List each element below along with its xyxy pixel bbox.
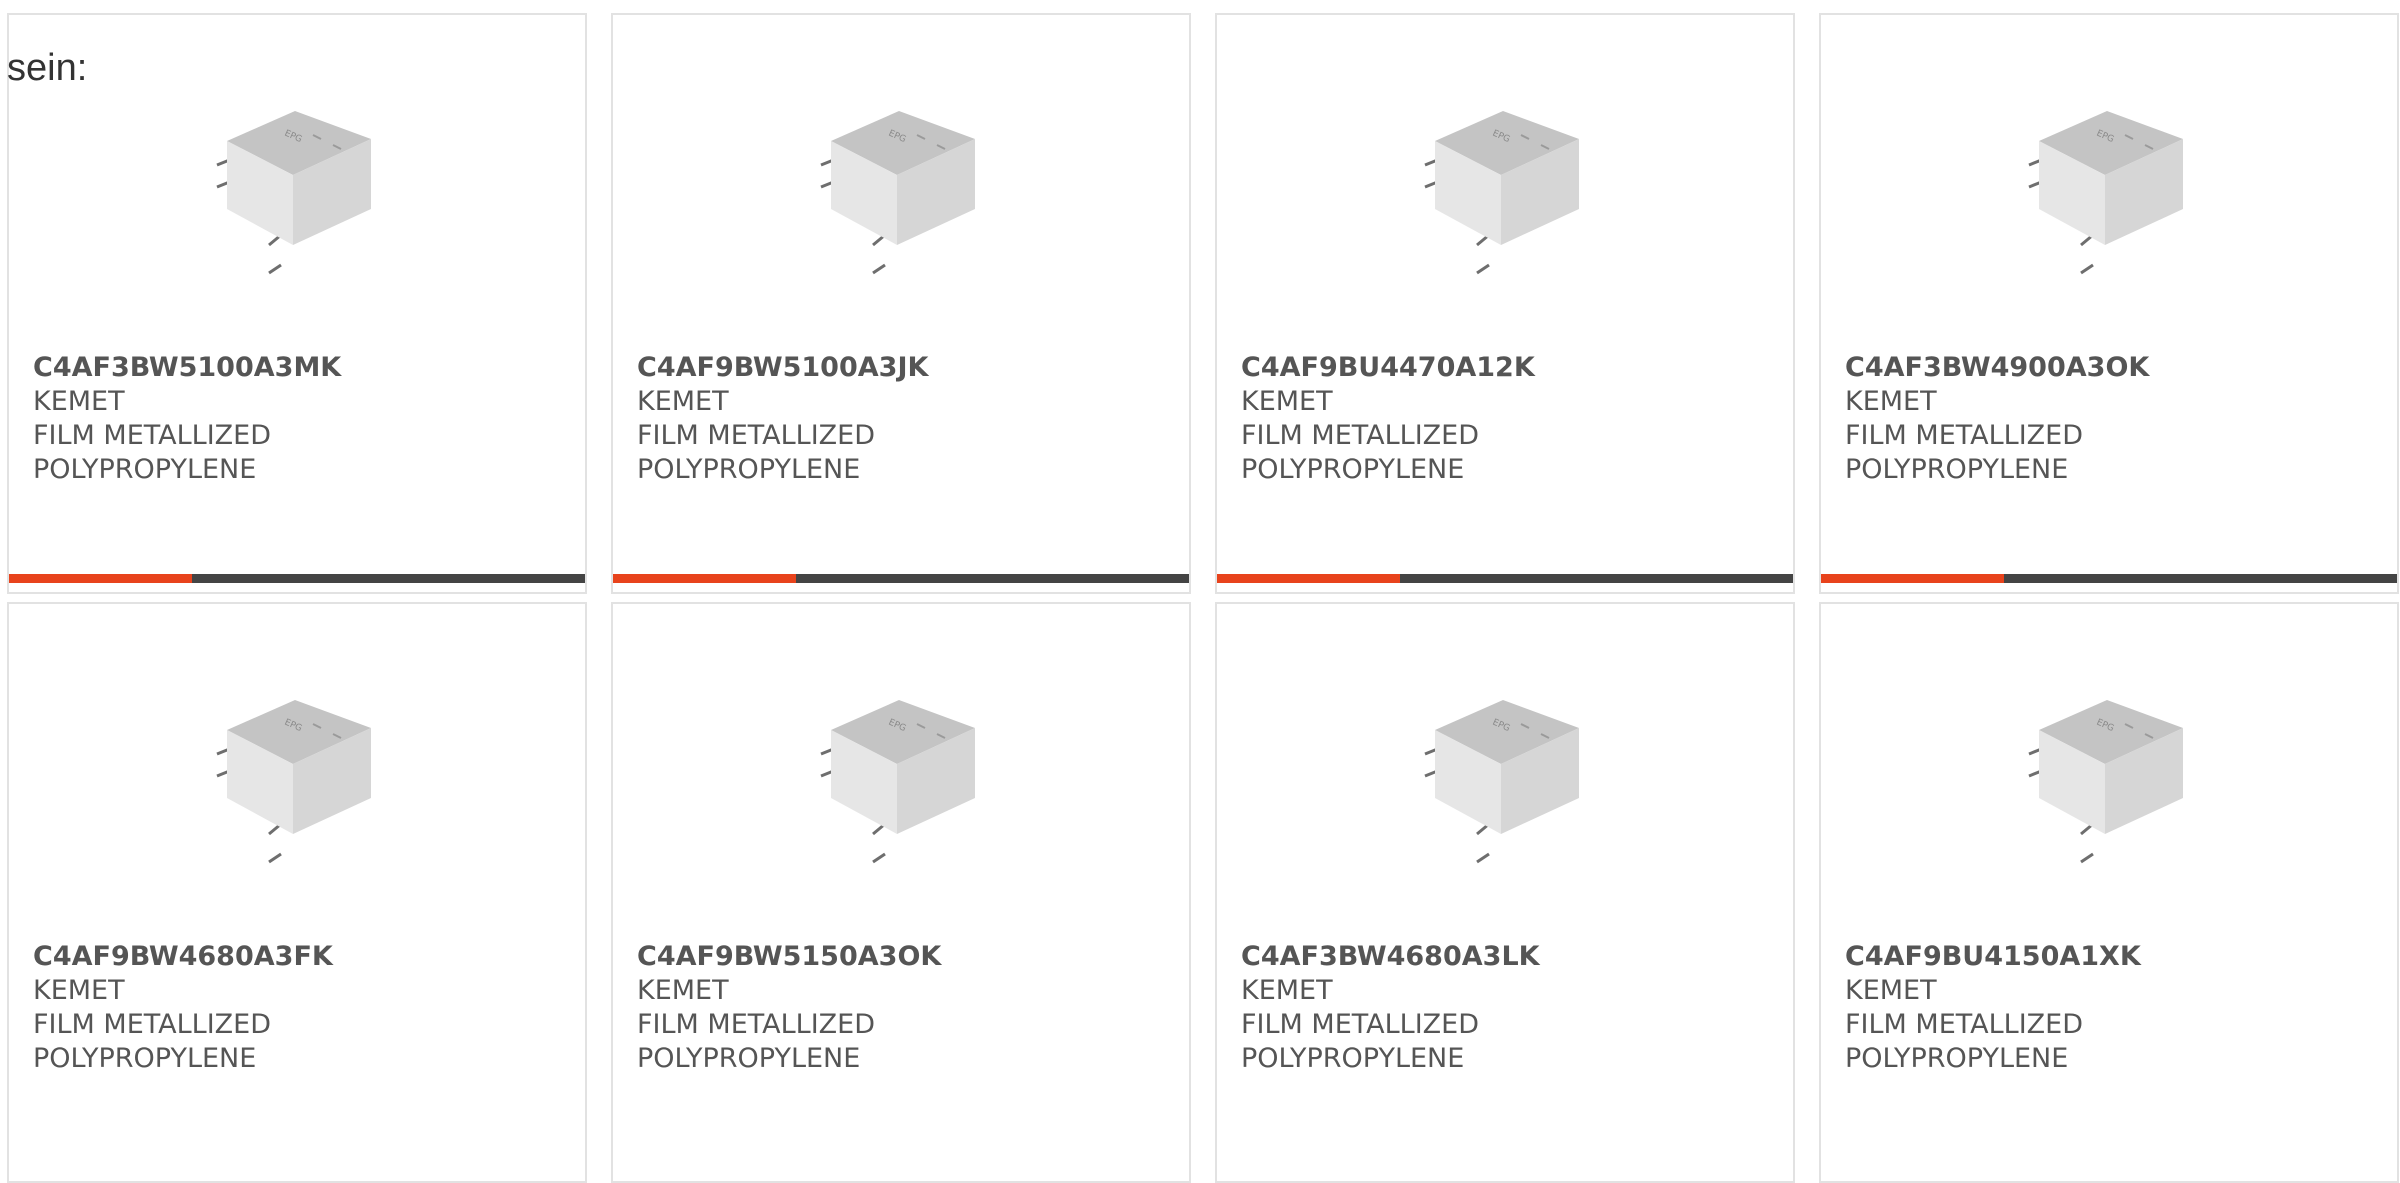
manufacturer: KEMET (1241, 975, 1333, 1006)
part-number[interactable]: C4AF9BU4470A12K (1241, 351, 1783, 385)
description-line-2: POLYPROPYLENE (1241, 454, 1465, 485)
part-number[interactable]: C4AF3BW5100A3MK (33, 351, 575, 385)
part-number[interactable]: C4AF9BW5150A3OK (637, 940, 1179, 974)
card-bar (9, 574, 585, 583)
part-number[interactable]: C4AF9BU4150A1XK (1845, 940, 2387, 974)
description-line-2: POLYPROPYLENE (1241, 1043, 1465, 1074)
part-number[interactable]: C4AF9BW5100A3JK (637, 351, 1179, 385)
description-line-1: FILM METALLIZED (33, 420, 272, 451)
capacitor-image[interactable]: EPG (209, 105, 389, 275)
description-line-1: FILM METALLIZED (1845, 420, 2084, 451)
capacitor-image[interactable]: EPG (2021, 105, 2201, 275)
manufacturer: KEMET (637, 386, 729, 417)
manufacturer: KEMET (637, 975, 729, 1006)
card-bar (613, 574, 1189, 583)
description-line-2: POLYPROPYLENE (33, 1043, 257, 1074)
product-info: C4AF9BW5150A3OK KEMET FILM METALLIZED PO… (637, 940, 1179, 1076)
part-number[interactable]: C4AF3BW4900A3OK (1845, 351, 2387, 385)
product-card-c4af3bw4900a3ok[interactable]: EPG C4AF3BW4900A3OK KEMET FILM METALLIZE… (1819, 13, 2399, 594)
capacitor-image[interactable]: EPG (813, 694, 993, 864)
intro-text: sein: (7, 47, 88, 89)
product-info: C4AF9BW5100A3JK KEMET FILM METALLIZED PO… (637, 351, 1179, 487)
part-number[interactable]: C4AF9BW4680A3FK (33, 940, 575, 974)
description-line-2: POLYPROPYLENE (1845, 1043, 2069, 1074)
card-bar (1821, 574, 2397, 583)
product-card-c4af3bw4680a3lk[interactable]: EPG C4AF3BW4680A3LK KEMET FILM METALLIZE… (1215, 602, 1795, 1183)
description-line-1: FILM METALLIZED (1241, 420, 1480, 451)
product-card-c4af9bw5100a3jk[interactable]: EPG C4AF9BW5100A3JK KEMET FILM METALLIZE… (611, 13, 1191, 594)
description-line-1: FILM METALLIZED (637, 420, 876, 451)
description-line-2: POLYPROPYLENE (33, 454, 257, 485)
product-info: C4AF3BW5100A3MK KEMET FILM METALLIZED PO… (33, 351, 575, 487)
card-bar (1217, 574, 1793, 583)
description-line-1: FILM METALLIZED (33, 1009, 272, 1040)
product-card-c4af9bu4150a1xk[interactable]: EPG C4AF9BU4150A1XK KEMET FILM METALLIZE… (1819, 602, 2399, 1183)
product-card-c4af9bu4470a12k[interactable]: EPG C4AF9BU4470A12K KEMET FILM METALLIZE… (1215, 13, 1795, 594)
card-bar-accent (613, 574, 796, 583)
product-card-c4af3bw5100a3mk[interactable]: EPG C4AF3BW5100A3MK KEMET FILM METALLIZE… (7, 13, 587, 594)
capacitor-image[interactable]: EPG (2021, 694, 2201, 864)
product-info: C4AF9BU4470A12K KEMET FILM METALLIZED PO… (1241, 351, 1783, 487)
description-line-1: FILM METALLIZED (1241, 1009, 1480, 1040)
capacitor-image[interactable]: EPG (1417, 694, 1597, 864)
manufacturer: KEMET (33, 386, 125, 417)
product-info: C4AF9BU4150A1XK KEMET FILM METALLIZED PO… (1845, 940, 2387, 1076)
manufacturer: KEMET (33, 975, 125, 1006)
description-line-1: FILM METALLIZED (1845, 1009, 2084, 1040)
manufacturer: KEMET (1845, 386, 1937, 417)
product-card-c4af9bw4680a3fk[interactable]: EPG C4AF9BW4680A3FK KEMET FILM METALLIZE… (7, 602, 587, 1183)
card-bar-accent (1821, 574, 2004, 583)
description-line-2: POLYPROPYLENE (637, 454, 861, 485)
capacitor-image[interactable]: EPG (813, 105, 993, 275)
capacitor-image[interactable]: EPG (1417, 105, 1597, 275)
card-bar-accent (1217, 574, 1400, 583)
card-bar-accent (9, 574, 192, 583)
description-line-2: POLYPROPYLENE (637, 1043, 861, 1074)
description-line-2: POLYPROPYLENE (1845, 454, 2069, 485)
manufacturer: KEMET (1241, 386, 1333, 417)
capacitor-image[interactable]: EPG (209, 694, 389, 864)
product-info: C4AF3BW4900A3OK KEMET FILM METALLIZED PO… (1845, 351, 2387, 487)
description-line-1: FILM METALLIZED (637, 1009, 876, 1040)
manufacturer: KEMET (1845, 975, 1937, 1006)
product-card-c4af9bw5150a3ok[interactable]: EPG C4AF9BW5150A3OK KEMET FILM METALLIZE… (611, 602, 1191, 1183)
product-info: C4AF9BW4680A3FK KEMET FILM METALLIZED PO… (33, 940, 575, 1076)
part-number[interactable]: C4AF3BW4680A3LK (1241, 940, 1783, 974)
product-grid: EPG C4AF3BW5100A3MK KEMET FILM METALLIZE… (7, 13, 2400, 1183)
product-info: C4AF3BW4680A3LK KEMET FILM METALLIZED PO… (1241, 940, 1783, 1076)
